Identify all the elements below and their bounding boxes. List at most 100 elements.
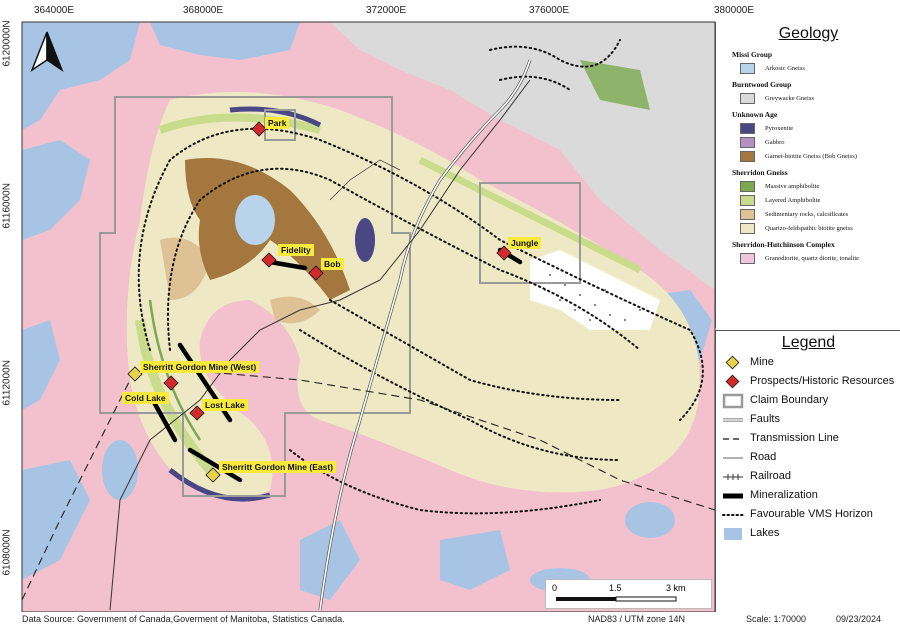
label-jungle: Jungle [508, 237, 542, 249]
geology-swatch [740, 180, 755, 192]
geology-item-label: Sedimentary rocks, calcsilicates [765, 210, 849, 218]
geology-swatch [740, 252, 755, 264]
legend-item: Prospects/Historic Resources [722, 374, 900, 390]
geology-group-heading: Sherridon-Hutchinson Complex [732, 240, 835, 249]
dashed-line-icon [722, 431, 744, 447]
footer: Data Source: Government of Canada,Goverm… [0, 612, 900, 636]
dotted-line-icon [722, 507, 744, 523]
geology-swatch [740, 222, 755, 234]
legend-item: Claim Boundary [722, 393, 900, 409]
geology-item-label: Quartzo-feldspathic biotite gneiss [765, 224, 853, 232]
legend-list: Mine Prospects/Historic Resources Claim Bo… [716, 355, 900, 542]
geology-group-heading: Unknown Age [732, 110, 778, 119]
legend-item-label: Claim Boundary [750, 394, 829, 406]
pyroxenite-body [355, 218, 375, 262]
legend-item: Faults [722, 412, 900, 428]
geology-panel: Geology Missi Group Arkosic Gneiss Burntwo… [715, 22, 900, 328]
label-sg-east: Sherritt Gordon Mine (East) [219, 461, 336, 473]
geology-group-heading: Sherridon Gneiss [732, 168, 788, 177]
geology-list: Missi Group Arkosic Gneiss Burntwood Group… [716, 50, 900, 264]
label-bob: Bob [321, 258, 344, 270]
geology-item-label: Gabbro [765, 138, 785, 146]
legend-item: Favourable VMS Horizon [722, 507, 900, 523]
projection: NAD83 / UTM zone 14N [588, 614, 686, 624]
geology-item: Massive amphibolite [740, 180, 900, 192]
x-tick-4: 376000E [529, 5, 570, 16]
legend-item-label: Faults [750, 413, 780, 425]
geology-item: Quartzo-feldspathic biotite gneiss [740, 222, 900, 234]
x-tick-3: 372000E [366, 5, 407, 16]
label-cold-lake: Cold Lake [122, 392, 169, 404]
fault-line-icon [722, 412, 744, 428]
y-tick-3: 6112000N [1, 360, 13, 406]
geology-swatch [740, 194, 755, 206]
lake-box-icon [722, 526, 744, 542]
geology-swatch [740, 150, 755, 162]
geology-item: Gabbro [740, 136, 900, 148]
legend-item-label: Road [750, 451, 777, 463]
geology-swatch [740, 92, 755, 104]
geology-item: Greywacke Gneiss [740, 92, 900, 104]
y-tick-2: 6116000N [1, 183, 13, 229]
legend-title: Legend [781, 334, 836, 351]
geology-swatch [740, 208, 755, 220]
label-fidelity: Fidelity [278, 244, 314, 256]
geology-swatch [740, 62, 755, 74]
geology-item: Pyroxenite [740, 122, 900, 134]
legend-item-label: Railroad [750, 470, 791, 482]
legend-item: Road [722, 450, 900, 466]
thin-line-icon [722, 450, 744, 466]
geology-swatch [740, 122, 755, 134]
legend-item-label: Favourable VMS Horizon [750, 508, 873, 520]
geology-item-label: Massive amphibolite [765, 182, 820, 190]
geology-item-label: Greywacke Gneiss [765, 94, 814, 102]
scale-tick-0: 0 [552, 583, 558, 593]
geology-item-label: Garnet-biotite Gneiss (Bob Gneiss) [765, 152, 857, 160]
geology-item: Granodiorite, quartz diorite, tonalite [740, 252, 900, 264]
legend-item: Mine [722, 355, 900, 371]
legend-item-label: Mine [750, 356, 774, 368]
y-tick-1: 6120000N [1, 20, 13, 67]
mine-diamond-icon [722, 355, 744, 371]
geology-swatch [740, 136, 755, 148]
geology-title: Geology [778, 25, 839, 42]
legend-item-label: Transmission Line [750, 432, 839, 444]
geology-item: Garnet-biotite Gneiss (Bob Gneiss) [740, 150, 900, 162]
x-tick-2: 368000E [183, 5, 224, 16]
label-sg-west: Sherritt Gordon Mine (West) [140, 361, 260, 373]
map-date: 09/23/2024 [836, 614, 882, 624]
x-tick-1: 364000E [34, 5, 75, 16]
geology-item-label: Arkosic Gneiss [765, 64, 805, 72]
legend-item: Railroad [722, 469, 900, 485]
x-tick-5: 380000E [714, 5, 755, 16]
label-lost-lake: Lost Lake [202, 399, 248, 411]
map-figure: 364000E 368000E 372000E 376000E 380000E … [0, 0, 900, 636]
y-tick-4: 6108000N [1, 529, 13, 576]
legend-item: Lakes [722, 526, 900, 542]
scale-tick-1: 1.5 [609, 583, 622, 593]
data-source: Data Source: Government of Canada,Goverm… [22, 614, 345, 624]
arkosic-island [235, 195, 275, 245]
legend-panel: Legend Mine Prospects/Historic Resources C… [715, 330, 900, 613]
claim-box-icon [722, 393, 744, 409]
geology-item: Sedimentary rocks, calcsilicates [740, 208, 900, 220]
geology-group-heading: Burntwood Group [732, 80, 792, 89]
geology-item: Layered Amphibolite [740, 194, 900, 206]
scale-bar: 0 1.5 3 km [545, 579, 712, 609]
geology-item: Arkosic Gneiss [740, 62, 900, 74]
legend-item-label: Prospects/Historic Resources [750, 375, 895, 387]
thick-line-icon [722, 488, 744, 504]
scale-tick-2: 3 km [666, 583, 686, 593]
legend-item: Transmission Line [722, 431, 900, 447]
legend-item-label: Mineralization [750, 489, 818, 501]
geology-item-label: Layered Amphibolite [765, 196, 821, 204]
geology-group-heading: Missi Group [732, 50, 773, 59]
prospect-diamond-icon [722, 374, 744, 390]
legend-item: Mineralization [722, 488, 900, 504]
rail-line-icon [722, 469, 744, 485]
legend-item-label: Lakes [750, 527, 780, 539]
map-scale: Scale: 1:70000 [746, 614, 807, 624]
geology-item-label: Pyroxenite [765, 124, 794, 132]
geology-item-label: Granodiorite, quartz diorite, tonalite [765, 254, 860, 262]
label-park: Park [265, 117, 290, 129]
